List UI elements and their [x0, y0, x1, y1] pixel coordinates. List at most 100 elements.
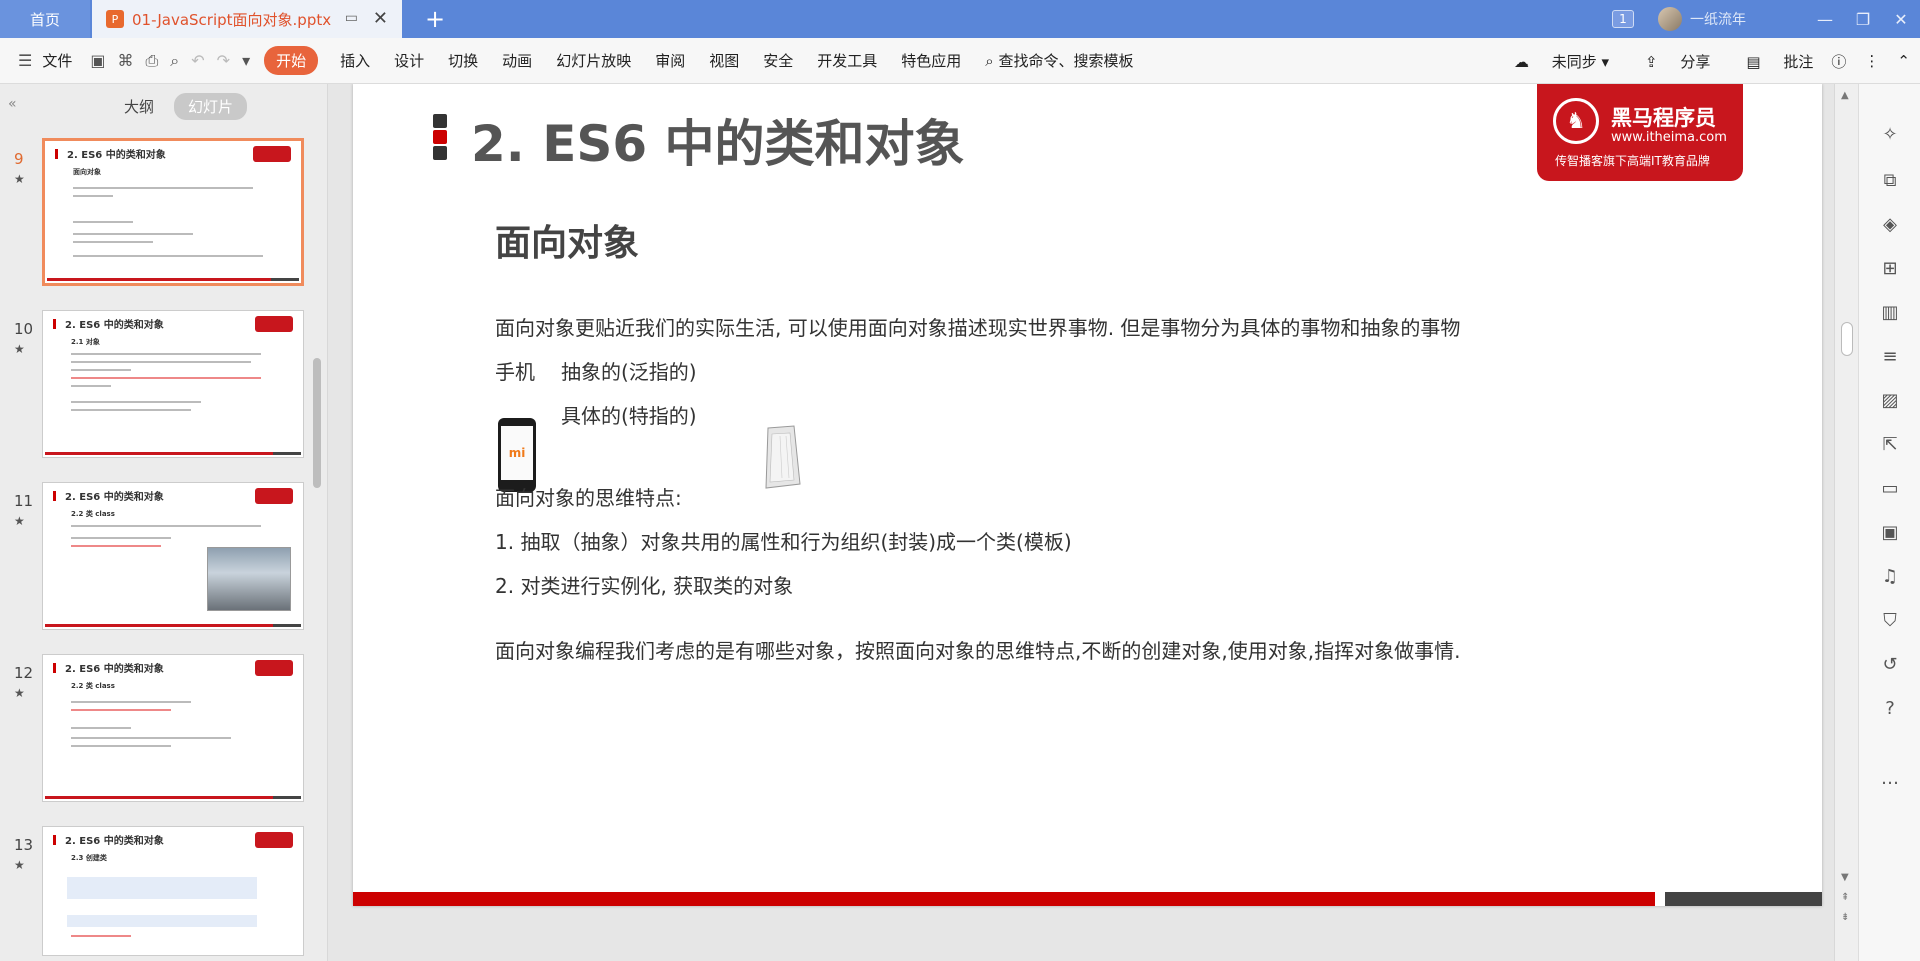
settings-sliders-icon[interactable]: ≡: [1879, 346, 1901, 368]
share-button[interactable]: ⇪ 分享: [1627, 51, 1710, 72]
new-tab-button[interactable]: +: [420, 4, 450, 34]
image-gallery-icon[interactable]: ▨: [1879, 390, 1901, 412]
scroll-down-icon[interactable]: ▼: [1841, 872, 1849, 883]
share-icon: ⇪: [1645, 52, 1658, 71]
close-window-icon[interactable]: ✕: [1882, 10, 1920, 29]
slide-number: 9: [14, 150, 24, 168]
current-slide[interactable]: 2. ES6 中的类和对象 ♞ 黑马程序员 www.itheima.com 传智…: [353, 84, 1822, 906]
intro-paragraph[interactable]: 面向对象更贴近我们的实际生活, 可以使用面向对象描述现实世界事物. 但是事物分为…: [495, 312, 1460, 341]
username[interactable]: 一纸流年: [1690, 9, 1746, 29]
tab-features[interactable]: 特色应用: [901, 50, 961, 71]
customize-toolbar-icon[interactable]: ▾: [242, 51, 250, 70]
transform-icon[interactable]: ⧉: [1879, 170, 1901, 192]
history-icon[interactable]: ↺: [1879, 654, 1901, 676]
phone-label[interactable]: 手机: [495, 356, 535, 385]
collapse-ribbon-icon[interactable]: ⌃: [1897, 52, 1910, 70]
chart-icon[interactable]: ▥: [1879, 302, 1901, 324]
redo-icon[interactable]: ↷: [217, 51, 230, 70]
tab-slideshow[interactable]: 幻灯片放映: [556, 50, 631, 71]
search-label: 查找命令、搜索模板: [998, 52, 1134, 70]
trait-item-2[interactable]: 2. 对类进行实例化, 获取类的对象: [495, 570, 793, 599]
traits-heading[interactable]: 面向对象的思维特点:: [495, 482, 682, 511]
more-icon[interactable]: ⋮: [1864, 52, 1879, 70]
tab-animation[interactable]: 动画: [502, 50, 532, 71]
tab-insert[interactable]: 插入: [340, 50, 370, 71]
tab-view[interactable]: 视图: [709, 50, 739, 71]
collapse-panel-icon[interactable]: «: [8, 96, 17, 112]
magic-icon[interactable]: ✧: [1879, 124, 1901, 146]
slide-thumbnail[interactable]: 2. ES6 中的类和对象 2.3 创建类: [42, 826, 304, 956]
file-menu[interactable]: 文件: [42, 50, 72, 71]
scrollbar-thumb[interactable]: [1841, 322, 1853, 356]
slide-canvas[interactable]: 2. ES6 中的类和对象 ♞ 黑马程序员 www.itheima.com 传智…: [328, 84, 1858, 961]
footer-bar: [353, 892, 1655, 906]
vertical-scrollbar[interactable]: ▲ ▼ ⇞ ⇟: [1834, 84, 1858, 961]
thumb-title: 2. ES6 中的类和对象: [65, 492, 164, 503]
picture-icon[interactable]: ▣: [1879, 522, 1901, 544]
previous-slide-icon[interactable]: ⇞: [1841, 892, 1849, 903]
format-painter-icon[interactable]: ⌘: [117, 51, 133, 70]
audio-icon[interactable]: ♫: [1879, 566, 1901, 588]
section-heading[interactable]: 面向对象: [495, 214, 639, 266]
export-icon[interactable]: ⇱: [1879, 434, 1901, 456]
minimize-icon[interactable]: —: [1806, 10, 1844, 29]
tab-slides[interactable]: 幻灯片: [174, 92, 248, 120]
more-icon[interactable]: …: [1879, 768, 1901, 790]
tab-transition[interactable]: 切换: [448, 50, 478, 71]
logo-url: www.itheima.com: [1611, 130, 1727, 145]
flip-phone-image[interactable]: [760, 424, 804, 490]
document-tab-label: 01-JavaScript面向对象.pptx: [132, 10, 332, 29]
close-tab-icon[interactable]: ✕: [373, 8, 388, 29]
next-slide-icon[interactable]: ⇟: [1841, 912, 1849, 923]
help-icon[interactable]: ?: [1879, 698, 1901, 720]
tab-security[interactable]: 安全: [763, 50, 793, 71]
window-mode-icon[interactable]: ▭: [345, 10, 358, 26]
print-preview-icon[interactable]: ⌕: [170, 51, 179, 71]
tab-design[interactable]: 设计: [394, 50, 424, 71]
tab-outline[interactable]: 大纲: [110, 93, 168, 120]
tab-developer[interactable]: 开发工具: [817, 50, 877, 71]
car-image: [207, 547, 291, 611]
document-tab[interactable]: P 01-JavaScript面向对象.pptx ▭ ✕: [92, 0, 402, 38]
layers-icon[interactable]: ◈: [1879, 214, 1901, 236]
abstract-label[interactable]: 抽象的(泛指的): [561, 356, 697, 385]
shield-icon[interactable]: ⛉: [1879, 610, 1901, 632]
slide-number: 10: [14, 320, 34, 338]
home-tab[interactable]: 首页: [0, 0, 90, 38]
scroll-up-icon[interactable]: ▲: [1841, 90, 1849, 101]
comment-label: 批注: [1783, 52, 1814, 71]
comment-button[interactable]: ▤ 批注: [1728, 51, 1813, 72]
slide-thumbnail[interactable]: 2. ES6 中的类和对象 面向对象: [42, 138, 304, 286]
thumb-subtitle: 面向对象: [73, 168, 101, 176]
tab-review[interactable]: 审阅: [655, 50, 685, 71]
smartphone-image[interactable]: mi: [498, 418, 536, 492]
avatar[interactable]: [1658, 7, 1682, 31]
slide-thumbnail[interactable]: 2. ES6 中的类和对象 2.2 类 class: [42, 654, 304, 802]
search-icon: ⌕: [985, 52, 994, 70]
thumb-subtitle: 2.2 类 class: [71, 510, 115, 518]
slide-thumbnail[interactable]: 2. ES6 中的类和对象 2.2 类 class: [42, 482, 304, 630]
restore-icon[interactable]: ❐: [1844, 10, 1882, 29]
concrete-label[interactable]: 具体的(特指的): [561, 400, 697, 429]
trait-item-1[interactable]: 1. 抽取（抽象）对象共用的属性和行为组织(封装)成一个类(模板): [495, 526, 1072, 555]
print-icon[interactable]: ⎙: [145, 51, 158, 71]
panel-scrollbar[interactable]: [313, 358, 321, 488]
slide-thumbnail[interactable]: 2. ES6 中的类和对象 2.1 对象: [42, 310, 304, 458]
undo-icon[interactable]: ↶: [191, 51, 204, 70]
slide-title[interactable]: 2. ES6 中的类和对象: [471, 104, 965, 176]
summary-paragraph[interactable]: 面向对象编程我们考虑的是有哪些对象，按照面向对象的思维特点,不断的创建对象,使用…: [495, 635, 1460, 664]
slide-panel: « 大纲 幻灯片 9 ★ 2. ES6 中的类和对象 面向对象 10 ★ 2. …: [0, 84, 328, 961]
help-icon[interactable]: ⓘ: [1831, 51, 1846, 72]
footer-bar-dark: [1665, 892, 1822, 906]
archive-icon[interactable]: ▭: [1879, 478, 1901, 500]
animation-star-icon: ★: [14, 172, 25, 186]
menu-icon[interactable]: ☰: [18, 51, 32, 70]
tab-start[interactable]: 开始: [264, 46, 319, 75]
apps-grid-icon[interactable]: ⊞: [1879, 258, 1901, 280]
search-commands[interactable]: ⌕ 查找命令、搜索模板: [985, 50, 1133, 71]
thumb-subtitle: 2.2 类 class: [71, 682, 115, 690]
save-icon[interactable]: ▣: [90, 51, 105, 70]
thumb-title: 2. ES6 中的类和对象: [65, 320, 164, 331]
window-count-badge[interactable]: 1: [1612, 10, 1634, 28]
sync-status[interactable]: ☁ 未同步 ▾: [1496, 51, 1609, 72]
